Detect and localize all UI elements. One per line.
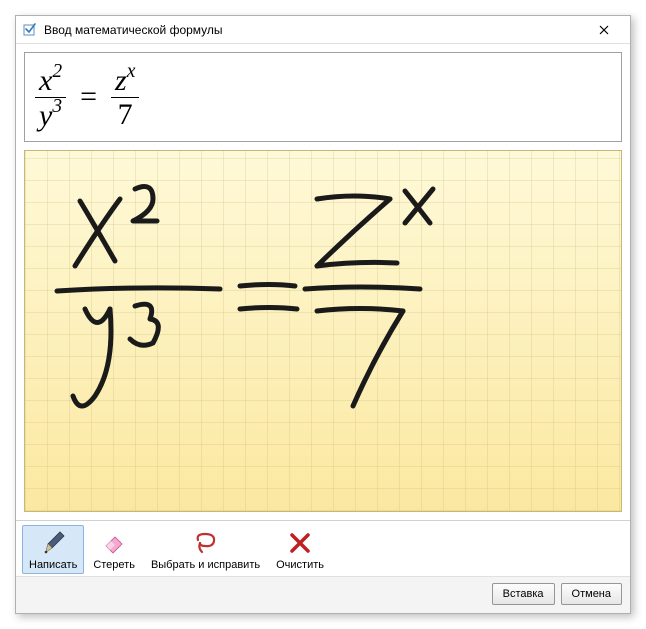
lasso-icon (190, 529, 222, 557)
fraction-left: x2 y3 (35, 63, 66, 132)
app-icon (22, 22, 38, 38)
equals-sign: = (76, 80, 101, 114)
fraction-right: zx 7 (111, 63, 139, 131)
left-den-base: y (39, 99, 52, 132)
math-input-window: Ввод математической формулы x2 y3 = (15, 15, 631, 614)
clear-icon (284, 529, 316, 557)
tool-select-label: Выбрать и исправить (151, 559, 260, 571)
right-num-exp: x (127, 61, 136, 82)
close-button[interactable] (584, 18, 624, 42)
tool-write-label: Написать (29, 559, 77, 571)
content-area: x2 y3 = zx 7 (16, 44, 630, 520)
cancel-button[interactable]: Отмена (561, 583, 622, 605)
ink-strokes (25, 151, 621, 511)
toolbar: Написать Стереть Выбра (16, 520, 630, 613)
window-title: Ввод математической формулы (44, 23, 584, 37)
left-num-exp: 2 (52, 61, 62, 82)
titlebar: Ввод математической формулы (16, 16, 630, 44)
pen-icon (37, 529, 69, 557)
left-den-exp: 3 (52, 96, 62, 117)
tool-erase-label: Стереть (93, 559, 135, 571)
tool-clear[interactable]: Очистить (269, 525, 331, 574)
left-num-base: x (39, 64, 52, 97)
insert-button[interactable]: Вставка (492, 583, 555, 605)
eraser-icon (98, 529, 130, 557)
tool-row: Написать Стереть Выбра (16, 521, 630, 576)
handwriting-canvas[interactable] (24, 150, 622, 512)
button-row: Вставка Отмена (16, 576, 630, 613)
recognized-formula-box: x2 y3 = zx 7 (24, 52, 622, 142)
recognized-formula: x2 y3 = zx 7 (35, 63, 139, 132)
tool-clear-label: Очистить (276, 559, 324, 571)
tool-erase[interactable]: Стереть (86, 525, 142, 574)
tool-select[interactable]: Выбрать и исправить (144, 525, 267, 574)
right-den: 7 (118, 98, 133, 131)
tool-write[interactable]: Написать (22, 525, 84, 574)
right-num-base: z (115, 64, 127, 97)
close-icon (599, 25, 609, 35)
